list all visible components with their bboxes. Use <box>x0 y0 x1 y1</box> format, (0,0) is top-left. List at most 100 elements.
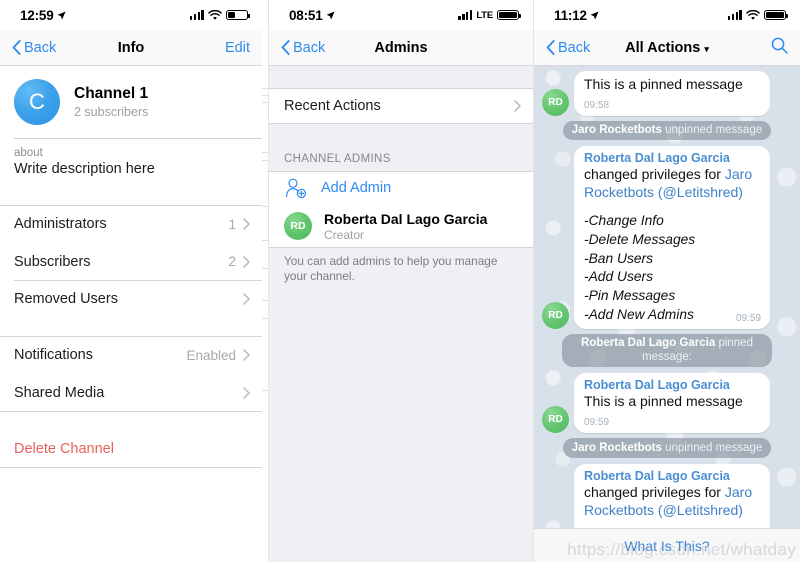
top-gap <box>269 66 533 88</box>
actions-chat-log[interactable]: RD This is a pinned message 09:58 Jaro R… <box>534 66 800 562</box>
add-admin-label: Add Admin <box>321 180 392 196</box>
row-accessory <box>514 99 521 112</box>
admin-list-item[interactable]: RD Roberta Dal Lago Garcia Creator <box>269 205 533 247</box>
chat-message: RD This is a pinned message 09:58 <box>542 71 792 116</box>
status-indicators <box>727 9 789 21</box>
battery-icon <box>764 9 789 21</box>
search-button[interactable] <box>771 37 788 58</box>
wifi-icon <box>746 9 760 20</box>
bubble-inline: This is a pinned message 09:59 <box>584 393 761 428</box>
row-subscribers[interactable]: Subscribers 2 <box>0 243 262 280</box>
service-pill: Jaro Rocketbots unpinned message <box>562 438 772 458</box>
chevron-left-icon <box>546 40 555 55</box>
row-accessory: 1 <box>228 217 250 232</box>
all-actions-label: All Actions <box>625 39 701 56</box>
row-label: Recent Actions <box>284 97 381 114</box>
message-bubble[interactable]: This is a pinned message 09:58 <box>574 71 770 116</box>
row-accessory <box>236 293 250 305</box>
message-text: changed privileges for <box>584 483 725 500</box>
row-label: Notifications <box>14 347 93 363</box>
channel-profile-row[interactable]: C Channel 1 2 subscribers <box>0 66 262 138</box>
back-button-info[interactable]: Back <box>12 40 56 56</box>
all-actions-dropdown[interactable]: All Actions ▾ <box>625 40 709 56</box>
status-indicators: LTE <box>458 9 522 21</box>
wifi-icon <box>208 9 222 20</box>
about-label: about <box>14 146 43 159</box>
row-removed-users[interactable]: Removed Users <box>0 280 262 318</box>
status-bar-info: 12:59 <box>0 0 262 30</box>
nav-bar-admins: Back Admins <box>269 30 533 66</box>
delete-channel-button[interactable]: Delete Channel <box>0 430 262 467</box>
chat-message: RD Roberta Dal Lago Garcia This is a pin… <box>542 373 792 434</box>
avatar-slot: RD <box>542 406 569 434</box>
row-notifications[interactable]: Notifications Enabled <box>0 336 262 374</box>
signal-bars-icon <box>189 10 204 20</box>
nav-bar-actions: Back All Actions ▾ <box>534 30 800 66</box>
chat-message: RD Roberta Dal Lago Garcia changed privi… <box>542 146 792 329</box>
panel-admins: 08:51 LTE Back Admins Recent Actions CHA… <box>268 0 533 562</box>
panel-all-actions: 11:12 Back All Actions ▾ RD This is a pi… <box>533 0 800 562</box>
channel-subscriber-count: 2 subscribers <box>74 105 149 119</box>
edit-button[interactable]: Edit <box>225 40 250 56</box>
message-text-wrap: changed privileges for Jaro Rocketbots (… <box>584 166 761 202</box>
status-time-group: 12:59 <box>20 8 66 23</box>
back-button-admins[interactable]: Back <box>281 40 325 56</box>
avatar-slot: RD <box>542 301 569 329</box>
what-is-this-link[interactable]: What Is This? <box>624 538 709 554</box>
service-actor: Jaro Rocketbots <box>571 124 662 137</box>
add-admin-button[interactable]: Add Admin <box>269 171 533 205</box>
row-administrators[interactable]: Administrators 1 <box>0 205 262 243</box>
chat-messages: RD This is a pinned message 09:58 Jaro R… <box>542 71 792 562</box>
service-action: unpinned message <box>665 124 763 137</box>
admins-footer-note: You can add admins to help you manage yo… <box>284 253 498 284</box>
row-label: Removed Users <box>14 291 118 307</box>
service-actor: Roberta Dal Lago Garcia <box>581 337 716 350</box>
delete-channel-label: Delete Channel <box>14 440 114 457</box>
row-accessory: Enabled <box>186 348 250 363</box>
back-button-actions[interactable]: Back <box>546 40 590 56</box>
location-arrow-icon <box>326 10 335 19</box>
row-recent-actions[interactable]: Recent Actions <box>269 89 533 123</box>
about-block[interactable]: about Write description here <box>0 139 262 187</box>
row-shared-media[interactable]: Shared Media <box>0 374 262 411</box>
chevron-right-icon <box>243 255 250 268</box>
message-text: This is a pinned message <box>584 76 743 92</box>
location-arrow-icon <box>57 10 66 19</box>
message-time: 09:58 <box>584 99 610 111</box>
status-time: 11:12 <box>554 7 587 23</box>
recent-actions-card: Recent Actions <box>269 88 533 123</box>
service-message: Jaro Rocketbots unpinned message <box>542 438 792 458</box>
back-label: Back <box>24 39 57 56</box>
message-bubble[interactable]: Roberta Dal Lago Garcia This is a pinned… <box>574 373 770 434</box>
message-bubble[interactable]: Roberta Dal Lago Garcia changed privileg… <box>574 146 770 329</box>
three-panel-screenshot: 12:59 Back Info Edit C Channel 1 2 subsc… <box>0 0 800 562</box>
section-gap <box>0 187 262 205</box>
admin-name: Roberta Dal Lago Garcia <box>324 210 488 227</box>
service-message: Jaro Rocketbots unpinned message <box>542 120 792 141</box>
section-gap <box>0 318 262 336</box>
message-time: 09:59 <box>735 312 761 324</box>
channel-avatar: C <box>14 79 60 125</box>
divider <box>0 467 262 468</box>
admins-card: Add Admin RD Roberta Dal Lago Garcia Cre… <box>269 171 533 247</box>
carrier-label: LTE <box>476 9 493 21</box>
admin-texts: Roberta Dal Lago Garcia Creator <box>324 211 487 242</box>
row-value: 2 <box>228 254 236 269</box>
section-header-channel-admins: CHANNEL ADMINS <box>284 153 391 165</box>
message-author: Roberta Dal Lago Garcia <box>584 378 730 393</box>
location-arrow-icon <box>590 10 599 19</box>
avatar: RD <box>542 88 569 116</box>
privilege-item: -Ban Users <box>584 250 654 266</box>
nav-bar-info: Back Info Edit <box>0 30 262 66</box>
privilege-item: -Change Info <box>584 213 664 229</box>
back-label: Back <box>558 39 591 56</box>
admin-role: Creator <box>324 227 365 242</box>
status-time-group: 11:12 <box>554 8 599 23</box>
what-is-this-bar: What Is This? <box>534 528 800 562</box>
row-label: Administrators <box>14 216 107 232</box>
avatar: RD <box>284 212 312 240</box>
bubble-inline: This is a pinned message 09:58 <box>584 76 761 111</box>
chevron-left-icon <box>281 40 290 55</box>
message-text: changed privileges for <box>584 166 725 183</box>
chevron-right-icon <box>514 99 521 112</box>
